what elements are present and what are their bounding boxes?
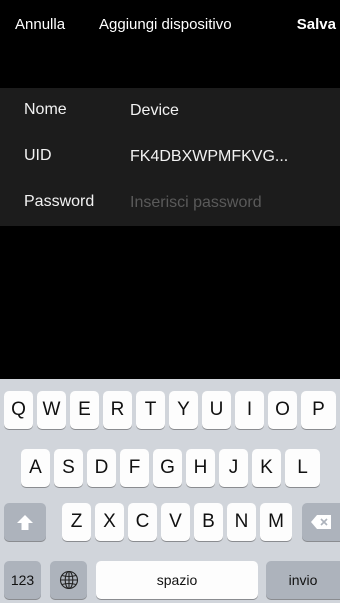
name-label: Nome bbox=[24, 101, 67, 118]
key-o[interactable]: O bbox=[268, 391, 297, 429]
numbers-key[interactable]: 123 bbox=[4, 561, 41, 599]
device-form: Nome Device UID FK4DBXWPMFKVG... Passwor… bbox=[0, 88, 340, 226]
key-x[interactable]: X bbox=[95, 503, 124, 541]
key-j[interactable]: J bbox=[219, 449, 248, 487]
key-a[interactable]: A bbox=[21, 449, 50, 487]
space-key[interactable]: spazio bbox=[96, 561, 258, 599]
key-c[interactable]: C bbox=[128, 503, 157, 541]
uid-row[interactable]: UID FK4DBXWPMFKVG... bbox=[0, 134, 340, 180]
backspace-icon bbox=[310, 514, 332, 530]
key-e[interactable]: E bbox=[70, 391, 99, 429]
page-title: Aggiungi dispositivo bbox=[99, 16, 232, 33]
shift-arrow-icon bbox=[16, 514, 34, 531]
key-d[interactable]: D bbox=[87, 449, 116, 487]
shift-key[interactable] bbox=[4, 503, 46, 541]
cancel-button[interactable]: Annulla bbox=[15, 16, 65, 33]
key-h[interactable]: H bbox=[186, 449, 215, 487]
key-z[interactable]: Z bbox=[62, 503, 91, 541]
password-input[interactable] bbox=[128, 189, 322, 217]
return-key[interactable]: invio bbox=[266, 561, 340, 599]
key-g[interactable]: G bbox=[153, 449, 182, 487]
key-n[interactable]: N bbox=[227, 503, 256, 541]
key-b[interactable]: B bbox=[194, 503, 223, 541]
save-button[interactable]: Salva bbox=[297, 16, 336, 33]
key-u[interactable]: U bbox=[202, 391, 231, 429]
navigation-bar: Annulla Aggiungi dispositivo Salva bbox=[0, 0, 340, 50]
key-i[interactable]: I bbox=[235, 391, 264, 429]
key-t[interactable]: T bbox=[136, 391, 165, 429]
key-s[interactable]: S bbox=[54, 449, 83, 487]
on-screen-keyboard: Q W E R T Y U I O P A S D F G H J K L Z … bbox=[0, 379, 340, 603]
globe-icon bbox=[59, 570, 79, 590]
uid-label: UID bbox=[24, 147, 52, 164]
key-r[interactable]: R bbox=[103, 391, 132, 429]
name-row[interactable]: Nome Device bbox=[0, 88, 340, 134]
uid-field[interactable]: FK4DBXWPMFKVG... bbox=[130, 148, 288, 166]
key-v[interactable]: V bbox=[161, 503, 190, 541]
key-y[interactable]: Y bbox=[169, 391, 198, 429]
name-field[interactable]: Device bbox=[130, 102, 179, 120]
globe-key[interactable] bbox=[50, 561, 87, 599]
key-m[interactable]: M bbox=[260, 503, 292, 541]
key-q[interactable]: Q bbox=[4, 391, 33, 429]
key-l[interactable]: L bbox=[285, 449, 320, 487]
delete-key[interactable] bbox=[302, 503, 340, 541]
password-row[interactable]: Password bbox=[0, 180, 340, 226]
key-w[interactable]: W bbox=[37, 391, 66, 429]
key-f[interactable]: F bbox=[120, 449, 149, 487]
password-label: Password bbox=[24, 193, 95, 210]
key-p[interactable]: P bbox=[301, 391, 336, 429]
key-k[interactable]: K bbox=[252, 449, 281, 487]
